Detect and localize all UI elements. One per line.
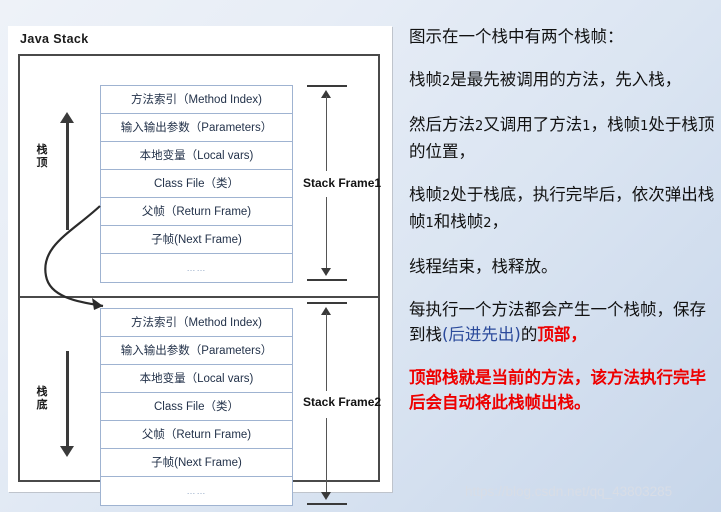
p7-text: 顶部栈就是当前的方法，该方法执行完毕 后会自动将此栈帧出栈。 [409,368,706,412]
screenshot-root: Java Stack 栈顶 方法索引（Method Index) 输入输出参数（… [0,0,721,512]
frame1-dim-shaft-lower [326,197,327,268]
diagram-title: Java Stack [20,32,89,46]
stack-bottom-label: 栈底 [36,386,48,411]
p2-seg-a: 栈帧 [409,70,442,89]
p3-seg-b: 又调用了方法 [483,115,583,134]
p3-seg-c: ，栈帧 [590,115,641,134]
frame1-row-local-vars: 本地变量（Local vars) [101,142,292,170]
stack-frame-2-rows: 方法索引（Method Index) 输入输出参数（Parameters） 本地… [100,308,293,506]
frame1-dim-bottom-cap [307,279,347,281]
paragraph-method2-calls-method1: 然后方法2又调用了方法1，栈帧1处于栈顶的位置， [409,112,715,164]
p4-seg-a: 栈帧 [409,185,442,204]
paragraph-intro-text: 图示在一个栈中有两个栈帧： [409,27,624,46]
p5-text: 线程结束，栈释放。 [409,257,558,276]
p6-paren: (后进先出) [442,325,521,344]
frame2-dim-top-cap [307,302,347,304]
p6-seg-b: 的 [520,325,538,344]
frame2-row-local-vars: 本地变量（Local vars) [101,365,292,393]
stack-frame-2-label: Stack Frame2 [303,395,382,409]
stack-outer-box: 栈顶 方法索引（Method Index) 输入输出参数（Parameters）… [18,54,382,506]
stack-frame-1-label: Stack Frame1 [303,176,382,190]
frame2-row-ellipsis: …… [186,486,207,496]
paragraph-pop-order: 栈帧2处于栈底，执行完毕后，依次弹出栈帧1和栈帧2， [409,182,715,236]
p4-num-3: 2 [483,216,492,231]
java-stack-diagram-panel: Java Stack 栈顶 方法索引（Method Index) 输入输出参数（… [8,26,392,506]
p4-num-2: 1 [425,216,434,231]
p4-seg-c: 和栈帧 [433,212,484,231]
frame2-row-class-file: Class File（类） [101,393,292,421]
frame2-row-parameters: 输入输出参数（Parameters） [101,337,292,365]
frame1-dim-shaft-upper [326,96,327,171]
frame1-to-frame2-curved-arrow-icon [44,205,104,310]
paragraph-frame-push-top: 每执行一个方法都会产生一个栈帧，保存到栈(后进先出)的顶部， [409,297,715,347]
p4-seg-d: ， [491,212,509,231]
frame2-row-method-index: 方法索引（Method Index) [101,309,292,337]
frame1-row-method-index: 方法索引（Method Index) [101,86,292,114]
frame2-dim-arrowhead-down-icon [321,492,331,500]
frame2-dim-bottom-cap [307,503,347,505]
paragraph-frame2-called-first: 栈帧2是最先被调用的方法，先入栈， [409,67,715,94]
p3-seg-a: 然后方法 [409,115,475,134]
frame2-row-next-frame: 子帧(Next Frame) [101,449,292,477]
paragraph-thread-end: 线程结束，栈释放。 [409,254,715,279]
frame1-dim-top-cap [307,85,347,87]
stack-bottom-arrow-shaft [65,351,69,446]
paragraph-intro: 图示在一个栈中有两个栈帧： [409,24,715,49]
stack-bottom-arrowhead-icon [60,446,74,457]
frame1-row-class-file: Class File（类） [101,170,292,198]
frame1-row-parameters: 输入输出参数（Parameters） [101,114,292,142]
stack-top-label: 栈顶 [36,144,48,169]
frame2-dim-shaft-lower [326,418,327,492]
stack-top-arrowhead-icon [60,112,74,123]
frame2-row-return-frame: 父帧（Return Frame) [101,421,292,449]
p2-seg-b: 是最先被调用的方法，先入栈， [450,70,682,89]
frame2-dim-shaft-upper [326,313,327,391]
watermark: https://blog.csdn.net/qq_43803285 [465,484,673,499]
p6-red-segment: 顶部， [537,325,587,344]
explanation-text-column: 图示在一个栈中有两个栈帧： 栈帧2是最先被调用的方法，先入栈， 然后方法2又调用… [409,24,715,419]
p3-num-2: 1 [582,119,591,134]
paragraph-top-frame-current-method: 顶部栈就是当前的方法，该方法执行完毕 后会自动将此栈帧出栈。 [409,365,715,415]
frame1-dim-arrowhead-down-icon [321,268,331,276]
